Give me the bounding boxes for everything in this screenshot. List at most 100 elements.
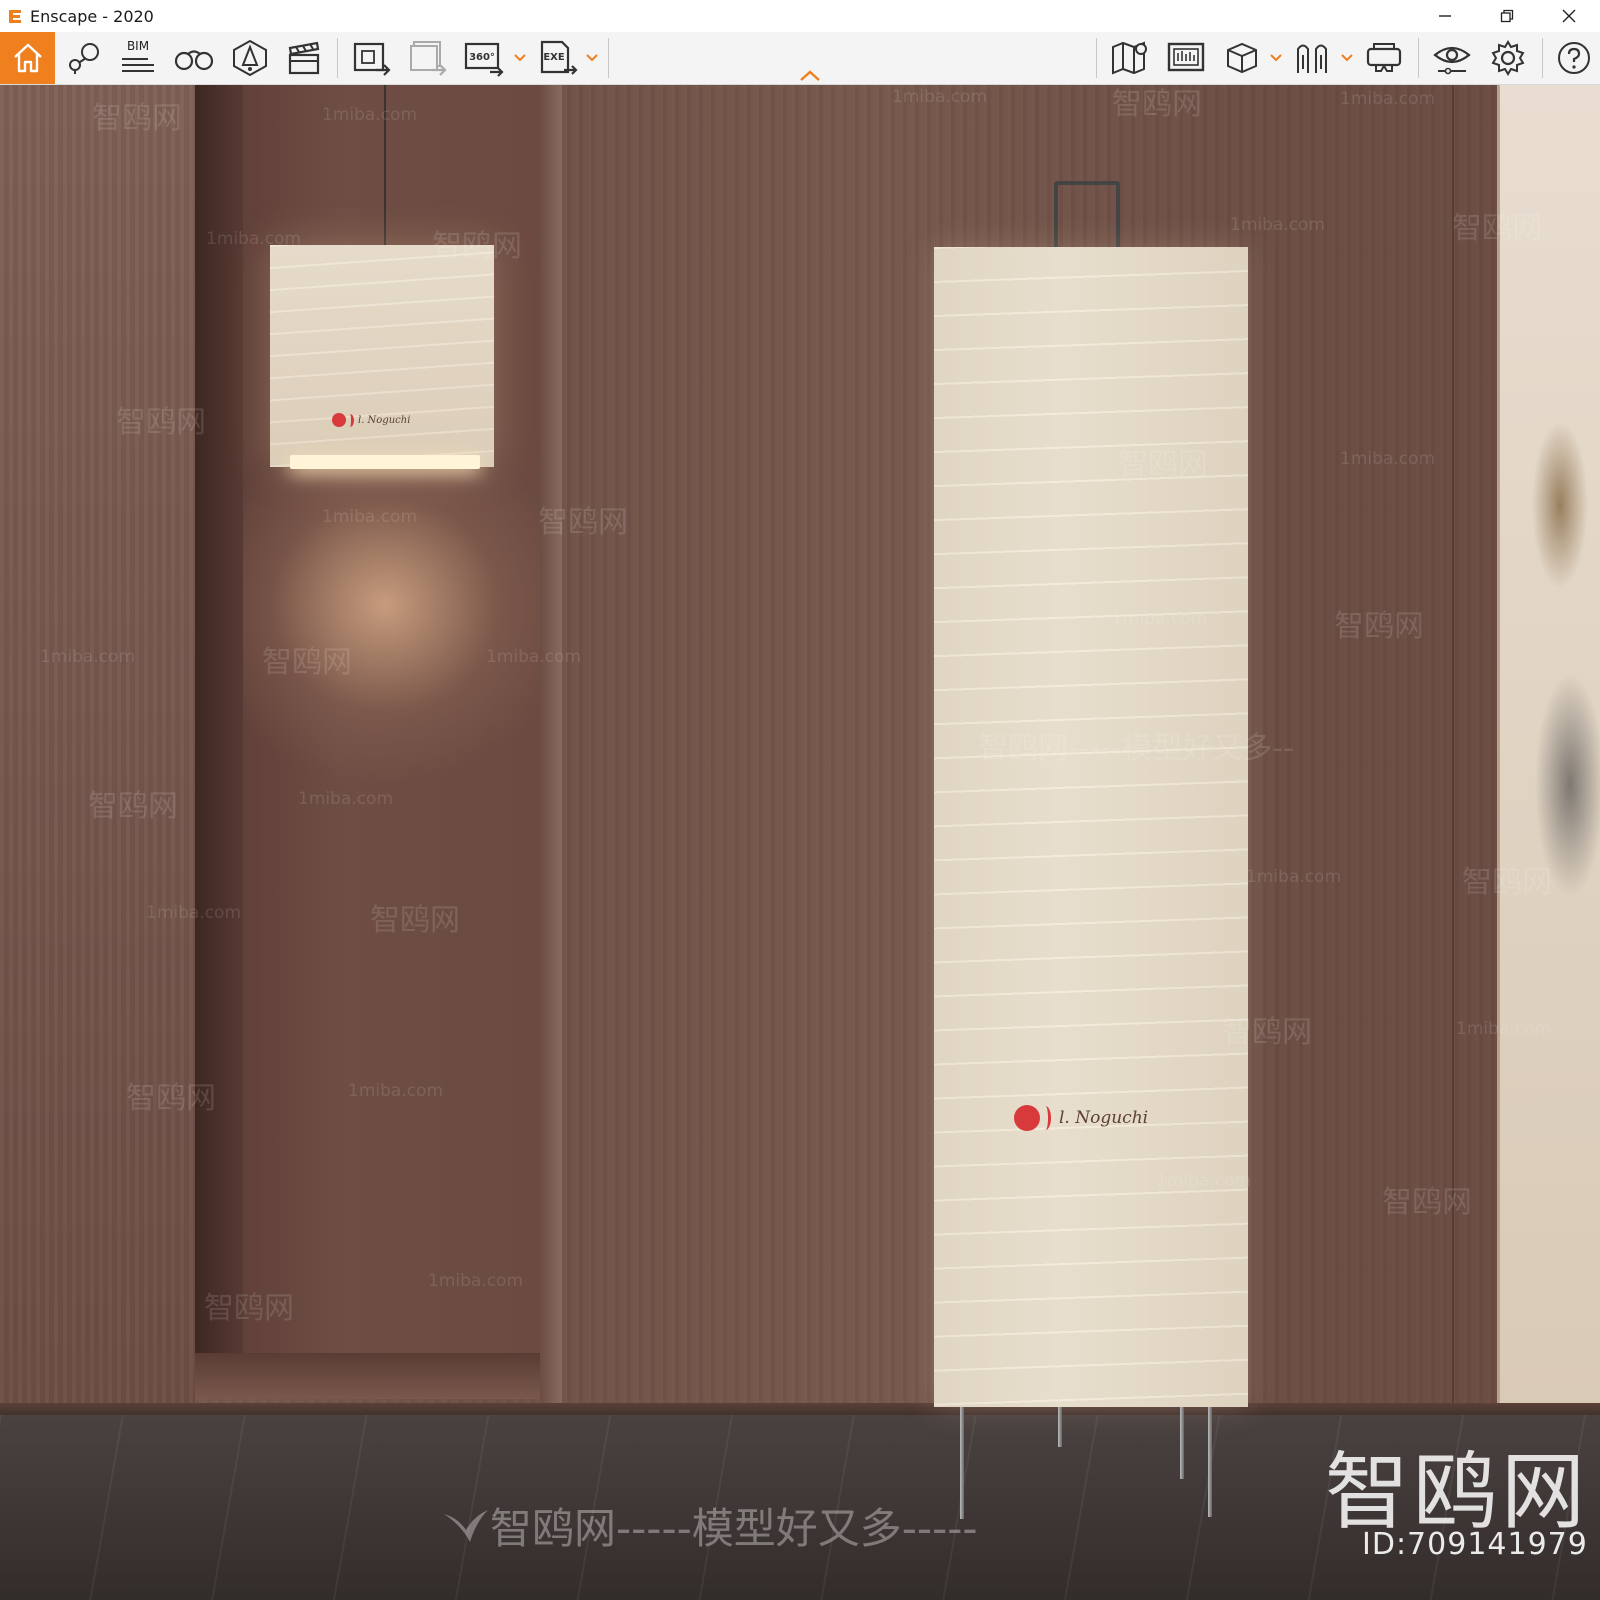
pine-tree-scroll-painting xyxy=(1497,85,1600,1415)
panorama-dropdown[interactable] xyxy=(513,52,527,64)
bim-button[interactable]: BIM xyxy=(118,38,158,78)
lamp-leg xyxy=(1180,1407,1184,1479)
watermark-site: 1miba.com xyxy=(1246,867,1342,887)
lamp-leg xyxy=(1058,1407,1062,1447)
bookmarks-button[interactable] xyxy=(64,38,104,78)
restore-icon xyxy=(1500,9,1514,23)
collapse-toolbar-button[interactable] xyxy=(798,68,822,82)
watermark-text: 智鸥网 xyxy=(204,1291,294,1326)
minimap-icon xyxy=(1112,41,1147,75)
panorama-label: 360° xyxy=(469,52,495,63)
toolbar-separator xyxy=(1096,38,1097,78)
panorama-icon: 360° xyxy=(464,42,504,77)
watermark-text: 智鸥网 xyxy=(1382,1185,1472,1220)
toolbar-separator xyxy=(608,38,609,78)
watermark-text: 智鸥网 xyxy=(92,101,182,136)
paper-floor-lamp: l. Noguchi xyxy=(934,247,1248,1407)
walk-mode-button[interactable] xyxy=(1290,38,1334,78)
vr-headset-button[interactable] xyxy=(1362,38,1406,78)
floor-lamp-brand-mark: l. Noguchi xyxy=(1014,1105,1148,1131)
watermark-site: 1miba.com xyxy=(1112,609,1208,629)
toolbar-separator xyxy=(337,38,338,78)
watermark-text: 智鸥网 xyxy=(88,789,178,824)
watermark-site: 1miba.com xyxy=(348,1081,444,1101)
asset-box-icon xyxy=(1227,42,1257,74)
vr-headset-icon xyxy=(1366,43,1402,72)
render-viewport[interactable]: l. Noguchi l. Noguchi 智鸥网 智鸥网 智鸥网 智鸥网 智鸥… xyxy=(0,85,1600,1600)
watermark-site: 1miba.com xyxy=(1340,89,1436,109)
watermark-site: 1miba.com xyxy=(1230,215,1326,235)
watermark-site: 1miba.com xyxy=(40,647,136,667)
watermark-text: 智鸥网 xyxy=(262,645,352,680)
watermark-text: 智鸥网 xyxy=(1334,609,1424,644)
asset-dropdown[interactable] xyxy=(1269,52,1283,64)
watermark-text: 智鸥网 xyxy=(432,229,522,264)
toolbar-separator xyxy=(1542,38,1543,78)
bim-label: BIM xyxy=(126,39,150,53)
red-dot-logo-icon xyxy=(332,413,346,427)
render-screenshot-button[interactable] xyxy=(350,38,394,78)
home-button[interactable] xyxy=(0,32,55,84)
pendant-light-opening xyxy=(290,455,480,469)
watermark-text: 智鸥网 xyxy=(1118,447,1208,482)
render-window-icon xyxy=(1167,42,1205,72)
watermark-text: 智鸥网 xyxy=(126,1081,216,1116)
minimize-icon xyxy=(1439,15,1451,17)
watermark-text: 智鸥网 xyxy=(1222,1015,1312,1050)
bim-icon xyxy=(122,58,154,72)
help-button[interactable] xyxy=(1554,38,1594,78)
views-button[interactable] xyxy=(172,38,216,78)
settings-button[interactable] xyxy=(1486,38,1530,78)
window-title: Enscape - 2020 xyxy=(30,6,154,26)
watermark-site: 1miba.com xyxy=(428,1271,524,1291)
asset-library-button[interactable] xyxy=(1220,38,1264,78)
home-icon xyxy=(13,43,42,73)
left-wall-panel xyxy=(0,85,195,1415)
batch-render-icon xyxy=(410,41,447,76)
close-button[interactable] xyxy=(1538,0,1600,32)
niche-shelf xyxy=(195,1353,560,1399)
watermark-text: 智鸥网 xyxy=(1452,211,1542,246)
batch-render-button[interactable] xyxy=(406,38,450,78)
watermark-text: 智鸥网 xyxy=(1462,865,1552,900)
enscape-toolbar: BIM 360° EXE xyxy=(0,32,1600,85)
pendant-signature: l. Noguchi xyxy=(358,414,411,426)
help-icon xyxy=(1558,42,1590,74)
eye-settings-icon xyxy=(1433,46,1471,75)
watermark-site: 1miba.com xyxy=(146,903,242,923)
red-dot-logo-icon xyxy=(1014,1105,1040,1131)
niche-edge xyxy=(540,85,562,1403)
watermark-text: 智鸥网-----模型好又多-- xyxy=(978,731,1294,766)
watermark-text: 智鸥网 xyxy=(370,903,460,938)
render-window-button[interactable] xyxy=(1164,38,1208,78)
exe-export-button[interactable]: EXE xyxy=(536,38,580,78)
watermark-site: 1miba.com xyxy=(1340,449,1436,469)
watermark-site: 1miba.com xyxy=(486,647,582,667)
watermark-text: 智鸥网 xyxy=(1112,87,1202,122)
title-bar: Enscape - 2020 xyxy=(0,0,1600,32)
watermark-site: 1miba.com xyxy=(298,789,394,809)
chevron-down-icon xyxy=(586,54,598,62)
binoculars-icon xyxy=(174,50,214,71)
watermark-site: 1miba.com xyxy=(1156,1171,1252,1191)
watermark-site: 1miba.com xyxy=(206,229,302,249)
material-editor-button[interactable] xyxy=(228,38,272,78)
pendant-brand-mark: l. Noguchi xyxy=(332,413,410,427)
map-pin-icon xyxy=(69,43,99,74)
restore-button[interactable] xyxy=(1476,0,1538,32)
panorama-button[interactable]: 360° xyxy=(462,38,506,78)
video-editor-button[interactable] xyxy=(282,38,326,78)
exe-dropdown[interactable] xyxy=(585,52,599,64)
visual-settings-button[interactable] xyxy=(1430,38,1474,78)
watermark-text: 智鸥网 xyxy=(116,405,206,440)
material-editor-icon xyxy=(233,39,267,77)
lamp-leg xyxy=(1208,1407,1212,1517)
chevron-up-icon xyxy=(800,70,820,81)
watermark-text: 智鸥网 xyxy=(538,505,628,540)
watermark-site: 1miba.com xyxy=(1456,1019,1552,1039)
paper-pendant-lamp: l. Noguchi xyxy=(270,245,494,467)
minimize-button[interactable] xyxy=(1414,0,1476,32)
minimap-button[interactable] xyxy=(1108,38,1152,78)
walk-dropdown[interactable] xyxy=(1340,52,1354,64)
seagull-logo-icon xyxy=(444,1509,488,1542)
